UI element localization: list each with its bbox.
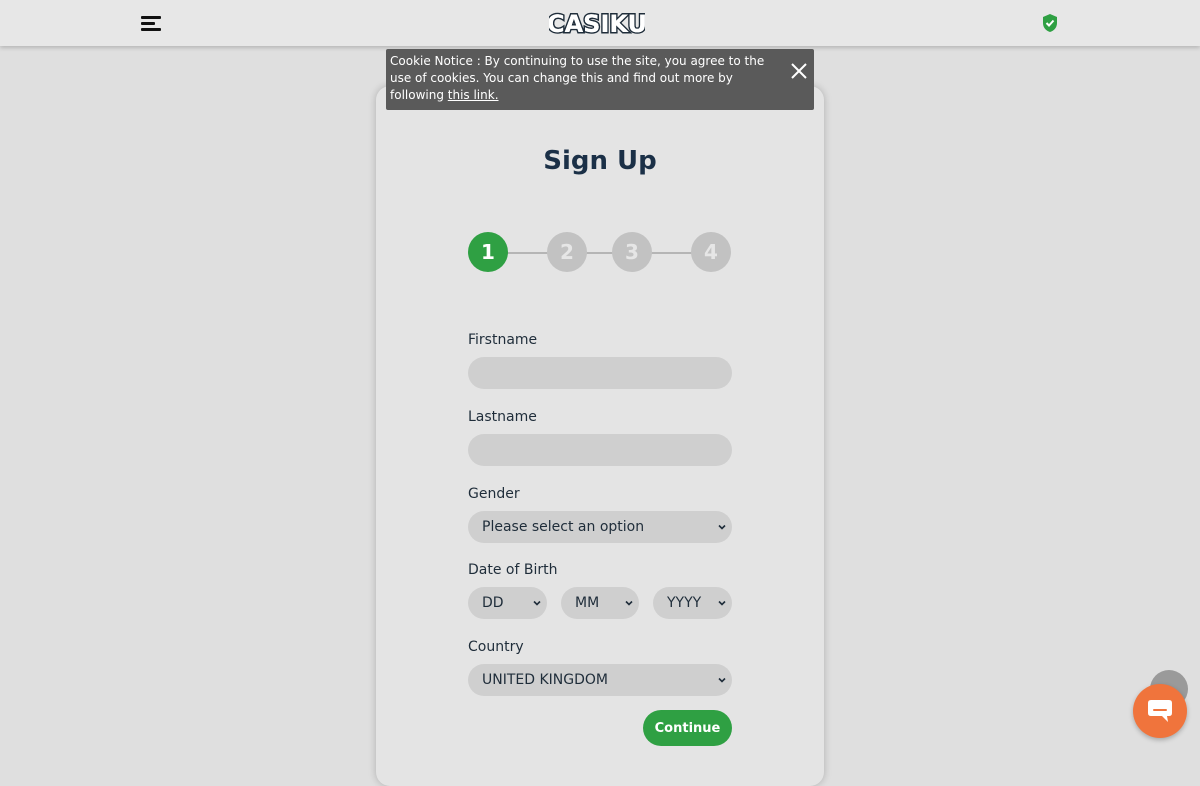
gender-label: Gender	[468, 486, 520, 502]
chat-button[interactable]	[1133, 684, 1187, 738]
chat-bubble-icon	[1148, 700, 1172, 722]
country-select-value: UNITED KINGDOM	[482, 672, 608, 688]
continue-button[interactable]: Continue	[643, 710, 732, 746]
cookie-notice-text: Cookie Notice : By continuing to use the…	[390, 54, 765, 102]
country-label: Country	[468, 639, 524, 655]
gender-select-value: Please select an option	[482, 519, 645, 535]
chevron-down-icon	[718, 600, 726, 606]
svg-text:CASIKU: CASIKU	[549, 10, 645, 38]
cookie-policy-link[interactable]: this link.	[448, 88, 499, 102]
country-select[interactable]: UNITED KINGDOM	[468, 664, 732, 696]
step-4[interactable]: 4	[691, 232, 731, 272]
chevron-down-icon	[718, 677, 726, 683]
chevron-down-icon	[718, 524, 726, 530]
top-navigation-bar: CASIKU CASIKU	[0, 0, 1200, 46]
dob-month-value: MM	[575, 595, 600, 611]
gender-select[interactable]: Please select an option	[468, 511, 732, 543]
signup-progress-steps: 1 2 3 4	[468, 232, 732, 274]
close-icon[interactable]	[790, 62, 808, 80]
dob-day-value: DD	[482, 595, 504, 611]
cookie-notice: Cookie Notice : By continuing to use the…	[386, 49, 814, 110]
casiku-logo[interactable]: CASIKU CASIKU	[549, 4, 645, 42]
dob-day-select[interactable]: DD	[468, 587, 547, 619]
chevron-down-icon	[625, 600, 633, 606]
hamburger-menu-icon[interactable]	[141, 14, 163, 34]
dob-label: Date of Birth	[468, 562, 558, 578]
step-1[interactable]: 1	[468, 232, 508, 272]
signup-card: Sign Up 1 2 3 4 Firstname Lastname Gende…	[376, 86, 824, 786]
firstname-input[interactable]	[468, 357, 732, 389]
step-2[interactable]: 2	[547, 232, 587, 272]
dob-year-select[interactable]: YYYY	[653, 587, 732, 619]
shield-check-icon[interactable]	[1041, 13, 1059, 33]
lastname-input[interactable]	[468, 434, 732, 466]
dob-year-value: YYYY	[667, 595, 702, 611]
chevron-down-icon	[533, 600, 541, 606]
dob-month-select[interactable]: MM	[561, 587, 639, 619]
firstname-label: Firstname	[468, 332, 538, 348]
steps-connector	[488, 252, 712, 254]
step-3[interactable]: 3	[612, 232, 652, 272]
page-title: Sign Up	[543, 146, 657, 176]
lastname-label: Lastname	[468, 409, 537, 425]
